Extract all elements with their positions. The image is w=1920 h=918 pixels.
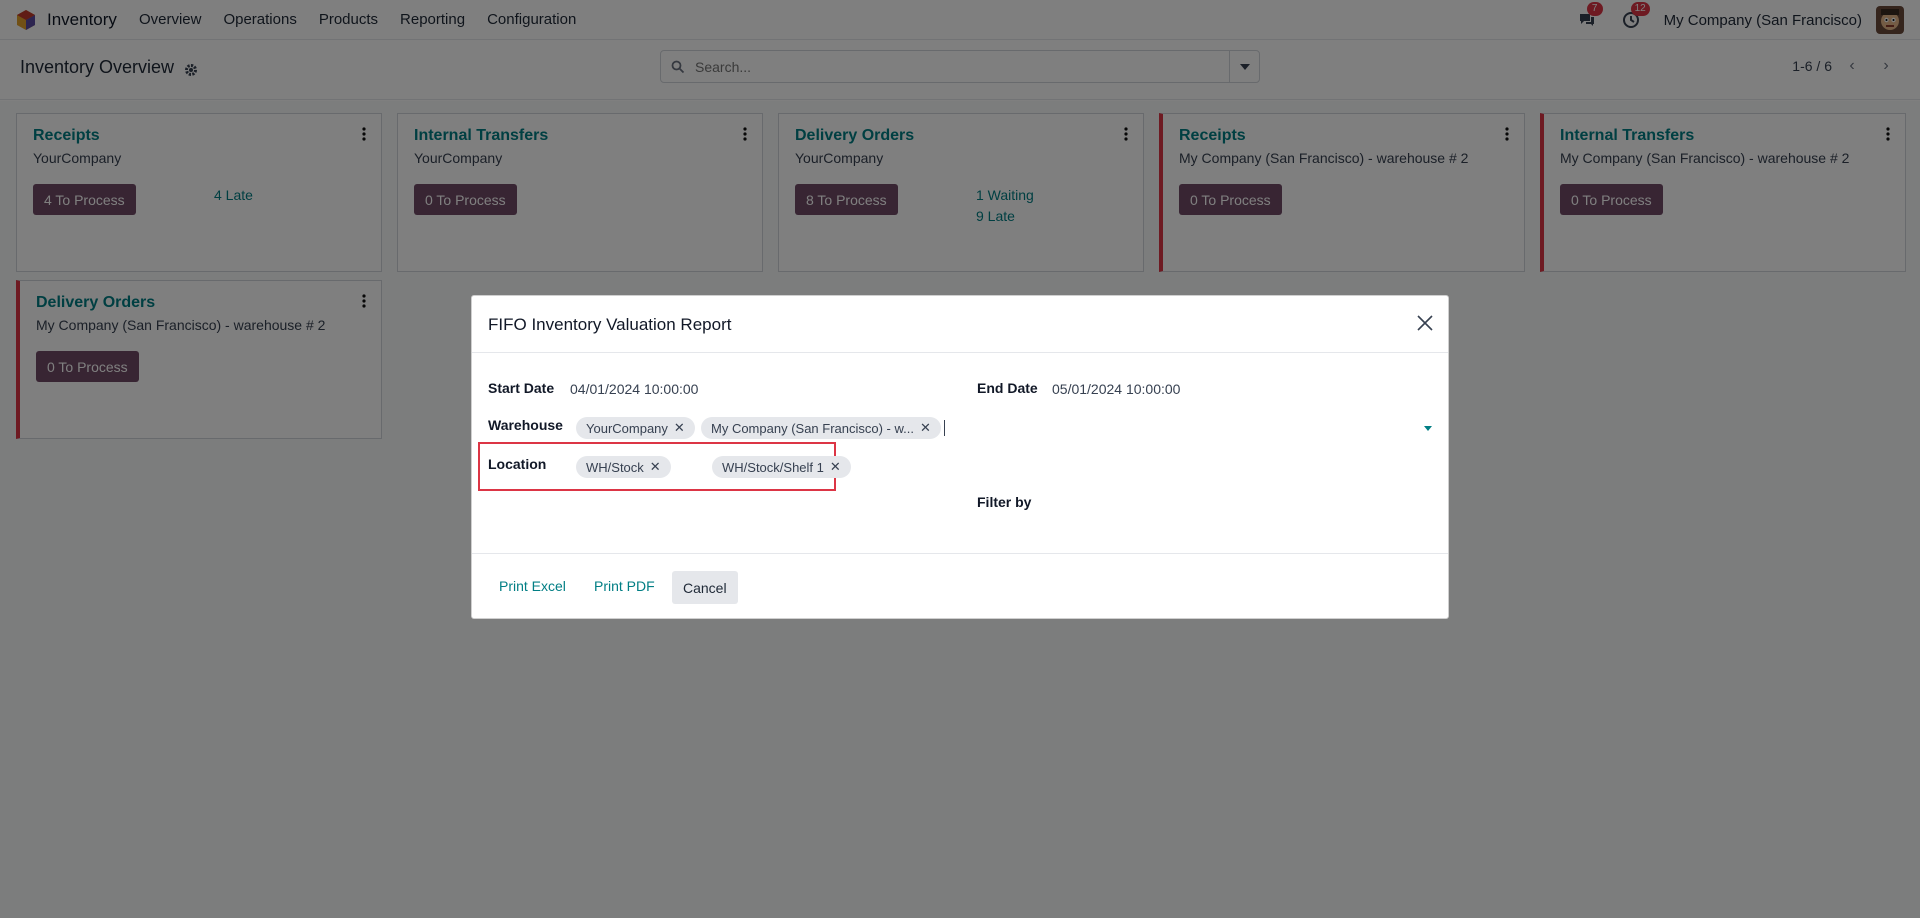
print-pdf-button[interactable]: Print PDF [594,578,655,594]
fifo-report-dialog: FIFO Inventory Valuation Report Start Da… [471,295,1449,619]
location-tag-label: WH/Stock/Shelf 1 [722,459,824,475]
dialog-footer: Print Excel Print PDF Cancel [472,553,1448,620]
text-cursor [944,420,945,436]
dialog-title: FIFO Inventory Valuation Report [488,315,732,334]
warehouse-tag: My Company (San Francisco) - w... ✕ [701,417,941,439]
location-tag: WH/Stock ✕ [576,456,671,478]
warehouse-dropdown-caret-icon[interactable] [1424,426,1432,431]
filter-by-label: Filter by [977,494,1032,510]
start-date-field[interactable]: 04/01/2024 10:00:00 [570,381,698,397]
end-date-field[interactable]: 05/01/2024 10:00:00 [1052,381,1180,397]
location-tag: WH/Stock/Shelf 1 ✕ [712,456,851,478]
warehouse-tag-label: YourCompany [586,420,668,436]
warehouse-label: Warehouse [488,417,563,433]
end-date-label: End Date [977,380,1038,396]
warehouse-tag: YourCompany ✕ [576,417,695,439]
remove-tag-icon[interactable]: ✕ [920,420,931,436]
cancel-button[interactable]: Cancel [672,571,738,604]
remove-tag-icon[interactable]: ✕ [674,420,685,436]
close-icon[interactable] [1416,314,1434,332]
warehouse-tag-label: My Company (San Francisco) - w... [711,420,914,436]
location-label: Location [488,456,547,472]
dialog-header: FIFO Inventory Valuation Report [472,296,1448,353]
remove-tag-icon[interactable]: ✕ [650,459,661,475]
print-excel-button[interactable]: Print Excel [499,578,566,594]
location-tag-label: WH/Stock [586,459,644,475]
start-date-label: Start Date [488,380,555,396]
remove-tag-icon[interactable]: ✕ [830,459,841,475]
